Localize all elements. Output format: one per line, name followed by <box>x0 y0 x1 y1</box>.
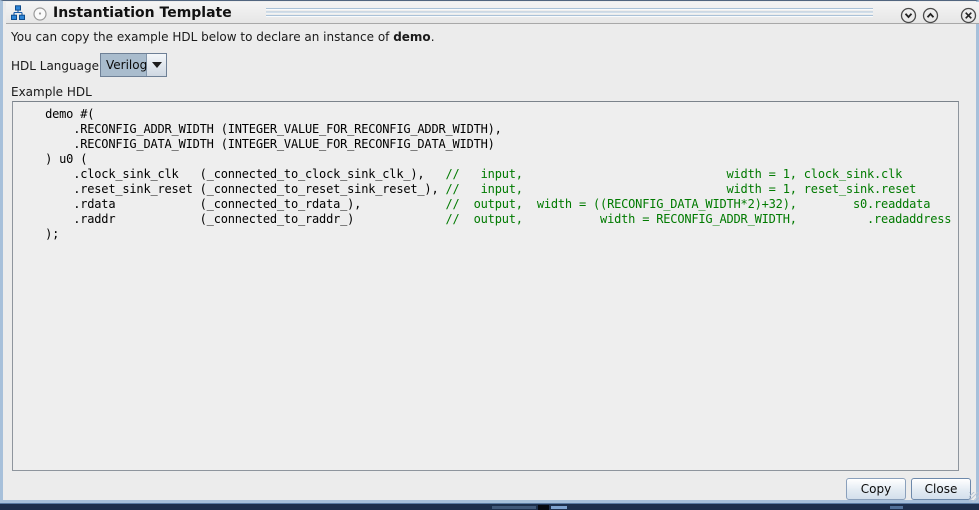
code-line: ); <box>17 227 956 242</box>
resize-grip[interactable] <box>969 492 979 502</box>
description-prefix: You can copy the example HDL below to de… <box>11 30 394 44</box>
background-window-detail <box>551 506 567 509</box>
example-hdl-label: Example HDL <box>11 85 92 99</box>
code-text: .raddr (_connected_to_raddr_) <box>17 212 446 226</box>
code-text: .RECONFIG_DATA_WIDTH (INTEGER_VALUE_FOR_… <box>17 137 495 151</box>
chevron-up-icon <box>922 7 939 24</box>
dropdown-arrow-icon <box>151 62 162 68</box>
code-comment: // output, width = ((RECONFIG_DATA_WIDTH… <box>445 197 931 211</box>
hdl-language-dropdown[interactable]: Verilog <box>100 53 167 77</box>
code-comment: // output, width = RECONFIG_ADDR_WIDTH, … <box>445 212 952 226</box>
background-window-detail <box>890 506 903 509</box>
hdl-language-label: HDL Language: <box>11 59 104 73</box>
circle-icon <box>33 7 47 21</box>
code-line: .RECONFIG_DATA_WIDTH (INTEGER_VALUE_FOR_… <box>17 137 956 152</box>
code-text: .reset_sink_reset (_connected_to_reset_s… <box>17 182 446 196</box>
close-icon <box>960 7 977 24</box>
code-text: .rdata (_connected_to_rdata_), <box>17 197 446 211</box>
code-text: ); <box>17 227 60 241</box>
code-text: ) u0 ( <box>17 152 88 166</box>
description-suffix: . <box>430 30 435 44</box>
background-window-detail <box>538 505 549 510</box>
code-line: .clock_sink_clk (_connected_to_clock_sin… <box>17 167 956 182</box>
close-button[interactable]: Close <box>911 478 971 500</box>
close-window-button[interactable] <box>960 7 977 24</box>
code-text: demo #( <box>17 107 95 121</box>
code-comment: // input, width = 1, reset_sink.reset <box>445 182 917 196</box>
code-text: .clock_sink_clk (_connected_to_clock_sin… <box>17 167 446 181</box>
code-line: .RECONFIG_ADDR_WIDTH (INTEGER_VALUE_FOR_… <box>17 122 956 137</box>
copy-button[interactable]: Copy <box>846 478 906 500</box>
code-line: .rdata (_connected_to_rdata_), // output… <box>17 197 956 212</box>
dialog-titlebar[interactable]: Instantiation Template <box>6 2 979 24</box>
instantiation-template-dialog: Instantiation Template You can copy the … <box>0 0 979 503</box>
description-text: You can copy the example HDL below to de… <box>11 30 435 44</box>
background-window-strip <box>0 503 979 510</box>
instance-name: demo <box>393 30 431 44</box>
chevron-down-icon <box>900 7 917 24</box>
hdl-code[interactable]: demo #( .RECONFIG_ADDR_WIDTH (INTEGER_VA… <box>17 107 956 468</box>
code-line: .raddr (_connected_to_raddr_) // output,… <box>17 212 956 227</box>
code-line: demo #( <box>17 107 956 122</box>
code-text: .RECONFIG_ADDR_WIDTH (INTEGER_VALUE_FOR_… <box>17 122 502 136</box>
hdl-language-selected-value[interactable]: Verilog <box>101 54 147 76</box>
background-window-detail <box>492 506 536 509</box>
code-line: ) u0 ( <box>17 152 956 167</box>
dialog-title: Instantiation Template <box>53 5 232 21</box>
expand-button[interactable] <box>922 7 939 24</box>
dropdown-arrow-button[interactable] <box>147 54 166 76</box>
screen: Instantiation Template You can copy the … <box>0 0 979 510</box>
code-line: .reset_sink_reset (_connected_to_reset_s… <box>17 182 956 197</box>
collapse-button[interactable] <box>900 7 917 24</box>
hierarchy-icon <box>11 5 25 20</box>
titlebar-grip <box>266 8 873 18</box>
code-comment: // input, width = 1, clock_sink.clk <box>445 167 903 181</box>
example-hdl-code-area[interactable]: demo #( .RECONFIG_ADDR_WIDTH (INTEGER_VA… <box>12 101 959 471</box>
